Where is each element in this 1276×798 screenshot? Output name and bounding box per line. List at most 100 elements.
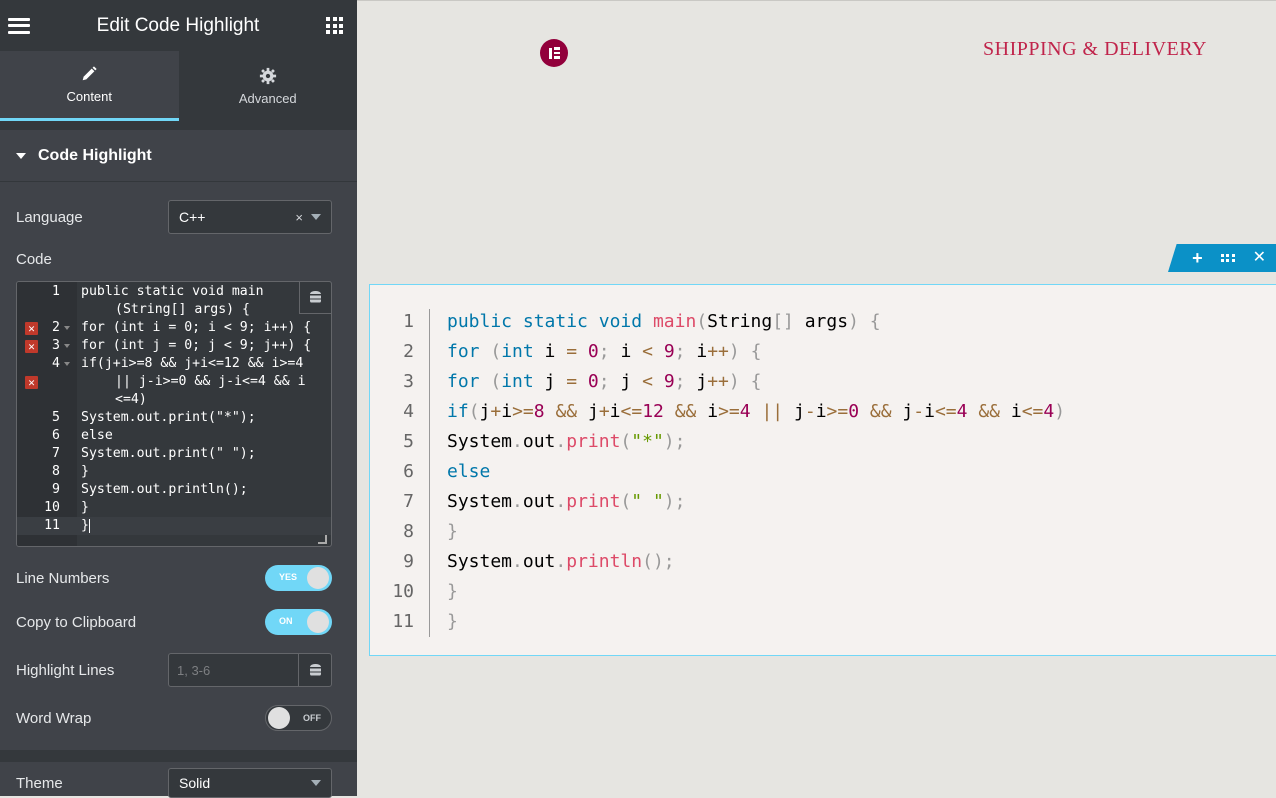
pencil-icon (82, 66, 97, 81)
resize-handle[interactable] (318, 535, 327, 544)
code-text: System.out.print("*"); (81, 410, 256, 425)
menu-icon[interactable] (8, 17, 30, 34)
copy-clipboard-toggle[interactable]: ON (265, 609, 332, 635)
highlight-lines-input[interactable] (169, 654, 298, 686)
chevron-down-icon (311, 780, 321, 786)
code-editor[interactable]: 1 public static void main (String[] args) … (16, 281, 332, 547)
code-text: else (81, 428, 113, 443)
code-label: Code (16, 251, 52, 268)
code-line: 6 else (370, 457, 1276, 487)
gear-icon (259, 67, 276, 84)
line-number: 6 (52, 428, 60, 443)
language-select[interactable]: C++ × (168, 200, 332, 234)
caret-down-icon (16, 152, 26, 159)
code-text: for (int i = 0; i < 9; i++) { (81, 320, 312, 335)
panel-title: Edit Code Highlight (96, 14, 260, 36)
line-number: 5 (403, 431, 414, 452)
toggle-knob (307, 567, 329, 589)
code-editor-wrapped-line: ✕ || j-i>=0 && j-i<=4 && i (17, 373, 331, 391)
code-editor-line: 4 if(j+i>=8 && j+i<=12 && i>=4 (17, 355, 331, 373)
line-number: 1 (403, 311, 414, 332)
widgets-grid-icon[interactable] (326, 17, 343, 34)
fold-caret-icon[interactable] (64, 344, 70, 348)
line-number: 6 (403, 461, 414, 482)
language-control: Language C++ × (16, 200, 332, 234)
code-editor-line: 3 ✕ for (int j = 0; j < 9; j++) { (17, 337, 331, 355)
line-number: 7 (403, 491, 414, 512)
code-text: } (81, 500, 89, 515)
toggle-knob (307, 611, 329, 633)
code-editor-wrapped-line: <=4) (17, 391, 331, 409)
code-text: } (447, 611, 458, 632)
dynamic-tags-button[interactable] (299, 281, 332, 314)
tab-content-label: Content (66, 89, 113, 104)
close-icon[interactable]: ✕ (1253, 250, 1266, 266)
clear-icon[interactable]: × (295, 210, 303, 225)
highlight-lines-field (168, 653, 332, 687)
code-text: System.out.println(); (81, 482, 248, 497)
divider (0, 121, 357, 130)
elementor-logo-icon[interactable] (540, 39, 568, 67)
tab-advanced[interactable]: Advanced (179, 51, 358, 121)
code-line: 10} (370, 577, 1276, 607)
code-editor-line: 8} (17, 463, 331, 481)
copy-clipboard-label: Copy to Clipboard (16, 613, 137, 631)
code-text: } (447, 521, 458, 542)
line-numbers-toggle[interactable]: YES (265, 565, 332, 591)
code-highlight-widget[interactable]: 1 public static void main(String[] args) … (369, 284, 1276, 656)
code-text: System.out.print(" "); (447, 491, 686, 512)
line-number: 5 (52, 410, 60, 425)
code-text: System.out.print(" "); (81, 446, 256, 461)
toggle-knob (268, 707, 290, 729)
code-text: public static void main (81, 284, 264, 299)
code-text: System.out.print("*"); (447, 431, 686, 452)
line-number: 4 (403, 401, 414, 422)
line-number: 10 (392, 581, 414, 602)
code-line: 3 for (int j = 0; j < 9; j++) { (370, 367, 1276, 397)
nav-link-shipping[interactable]: SHIPPING & DELIVERY (983, 38, 1207, 61)
line-number: 10 (44, 500, 60, 515)
dynamic-tags-button[interactable] (298, 654, 331, 686)
line-numbers-control: Line Numbers YES (16, 565, 332, 591)
code-text: <=4) (115, 392, 147, 407)
code-line: 1 public static void main(String[] args) … (370, 307, 1276, 337)
code-line: 2 for (int i = 0; i < 9; i++) { (370, 337, 1276, 367)
word-wrap-control: Word Wrap OFF (16, 705, 332, 731)
drag-handle-icon[interactable] (1220, 253, 1235, 263)
line-number: 3 (52, 338, 60, 353)
highlight-lines-label: Highlight Lines (16, 661, 115, 679)
copy-clipboard-control: Copy to Clipboard ON (16, 609, 332, 635)
theme-select[interactable]: Solid (168, 768, 332, 798)
code-text: for (int i = 0; i < 9; i++) { (447, 341, 762, 362)
fold-caret-icon[interactable] (64, 326, 70, 330)
code-line: 8} (370, 517, 1276, 547)
line-number: 11 (44, 518, 60, 533)
error-marker-icon: ✕ (25, 376, 38, 389)
editor-panel: Edit Code Highlight Content Advanced Cod… (0, 0, 358, 798)
line-number: 8 (52, 464, 60, 479)
database-icon (310, 291, 321, 304)
preview-canvas: SHIPPING & DELIVERY + ✕ 1 public static v… (357, 0, 1276, 796)
word-wrap-toggle[interactable]: OFF (265, 705, 332, 731)
error-marker-icon: ✕ (25, 322, 38, 335)
code-line: 7 System.out.print(" "); (370, 487, 1276, 517)
line-number: 9 (52, 482, 60, 497)
section-code-highlight-toggle[interactable]: Code Highlight (0, 130, 357, 182)
theme-value: Solid (179, 775, 211, 791)
add-section-icon[interactable]: + (1192, 249, 1203, 267)
fold-caret-icon[interactable] (64, 362, 70, 366)
divider (0, 750, 357, 762)
line-numbers-label: Line Numbers (16, 569, 110, 587)
line-numbers-toggle-state: YES (279, 572, 298, 582)
tab-content[interactable]: Content (0, 51, 179, 121)
text-cursor (89, 519, 90, 533)
word-wrap-label: Word Wrap (16, 709, 92, 727)
section-title: Code Highlight (38, 146, 152, 164)
line-number: 2 (52, 320, 60, 335)
code-text: } (81, 464, 89, 479)
panel-header: Edit Code Highlight (0, 0, 357, 51)
line-number: 2 (403, 341, 414, 362)
code-text: } (447, 581, 458, 602)
highlight-lines-control: Highlight Lines (16, 653, 332, 687)
error-marker-icon: ✕ (25, 340, 38, 353)
